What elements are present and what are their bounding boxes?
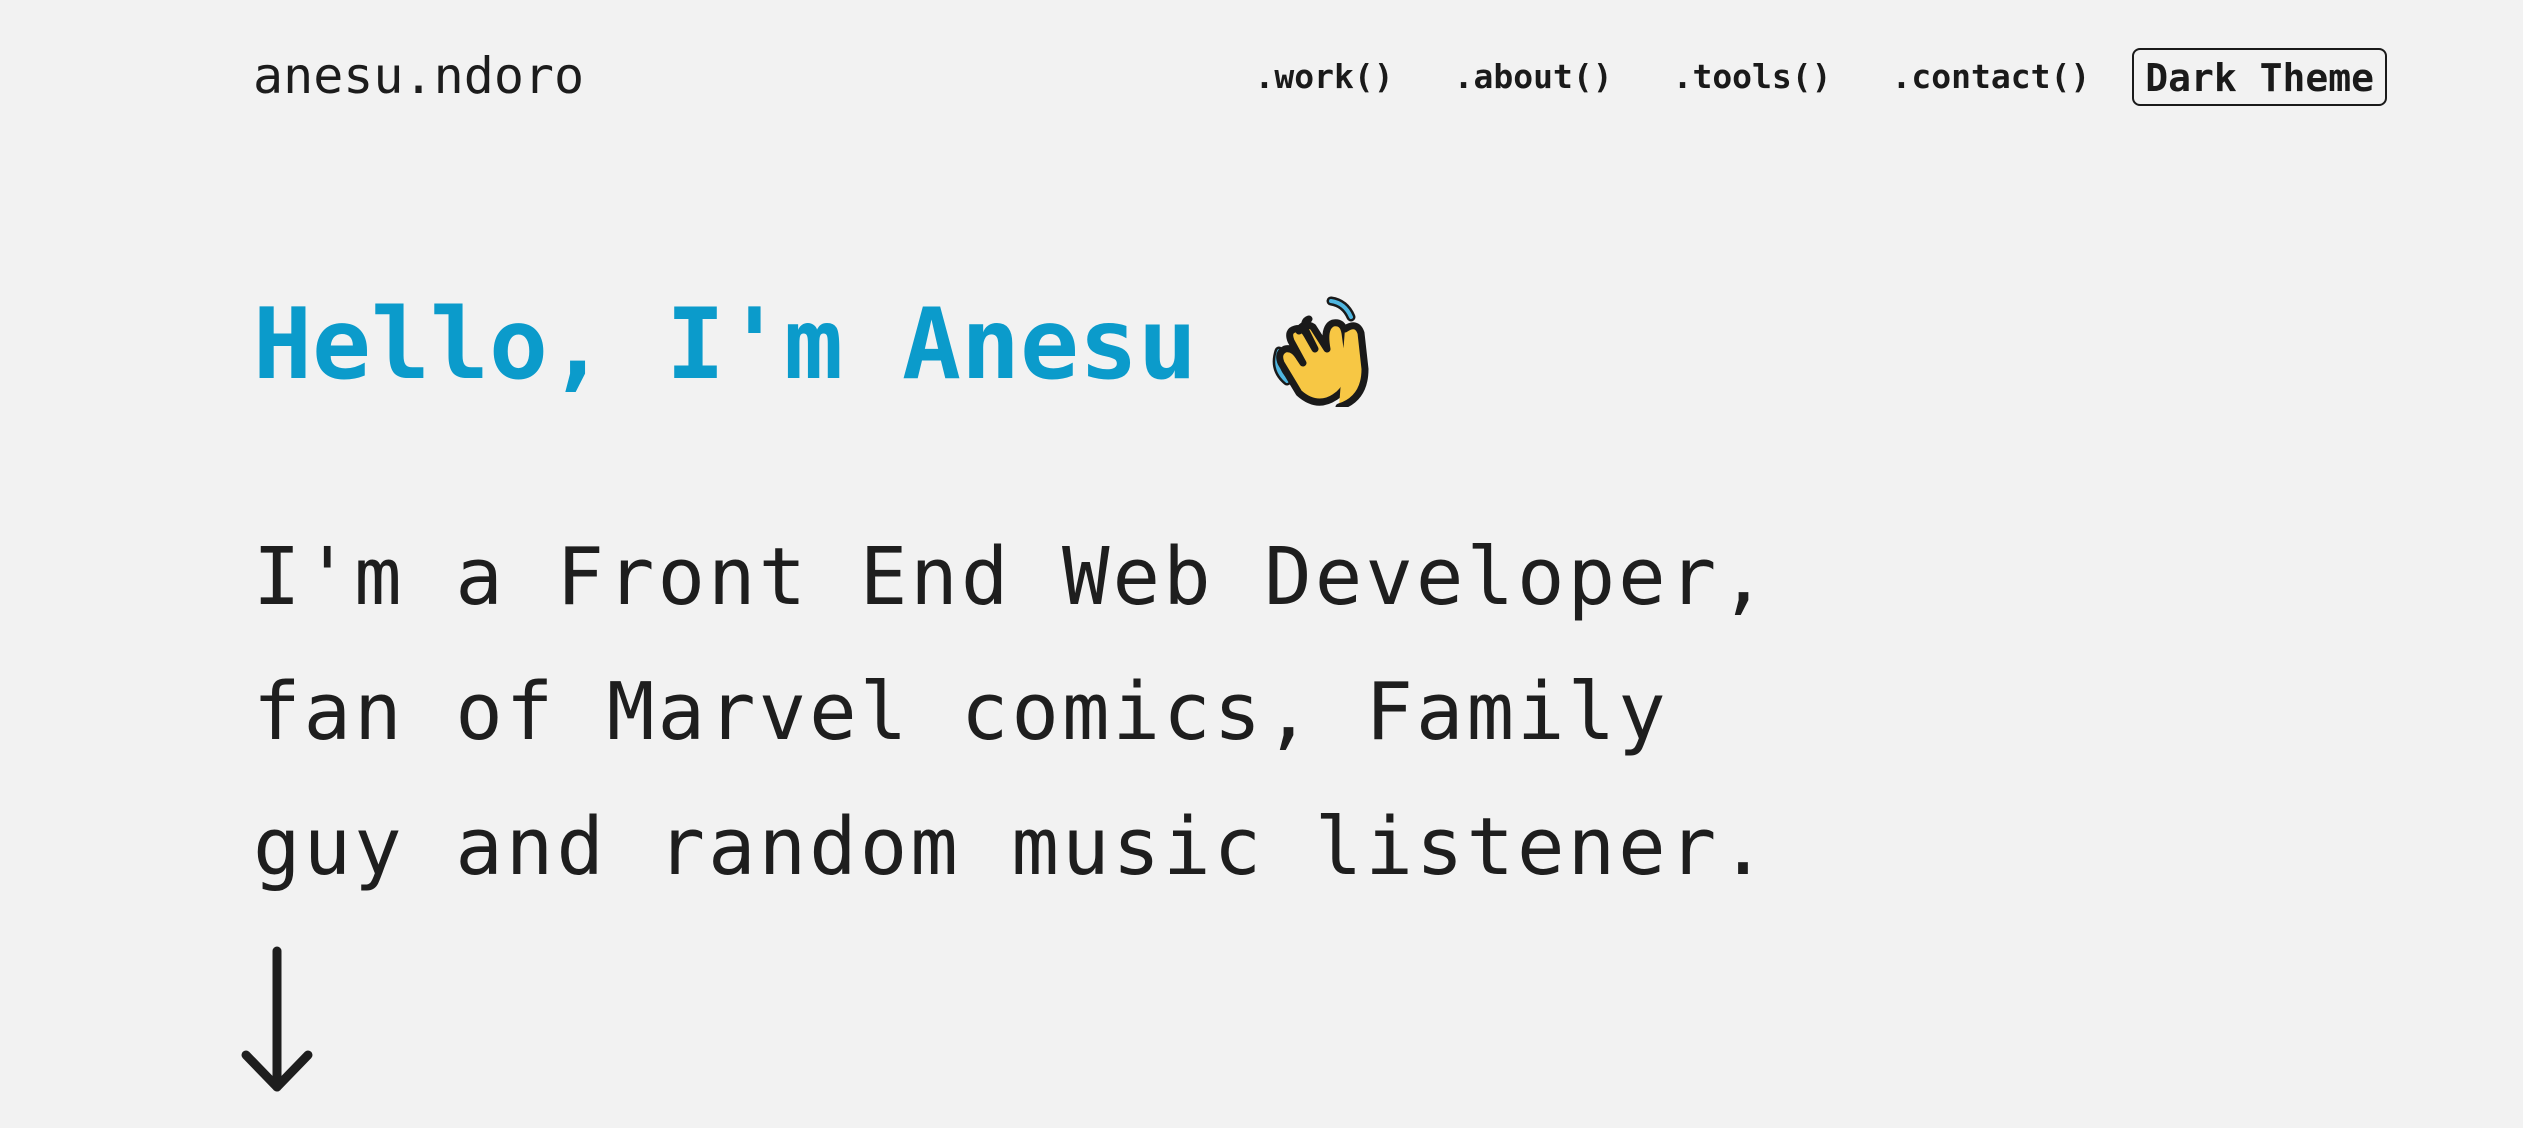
main-nav: .work() .about() .tools() .contact() Dar… xyxy=(1255,45,2387,109)
intro-text: I'm a Front End Web Developer, fan of Ma… xyxy=(253,510,1953,915)
hero-title-text: Hello, I'm Anesu xyxy=(253,288,1198,402)
nav-contact-link[interactable]: .contact() xyxy=(1892,45,2091,109)
site-logo[interactable]: anesu.ndoro xyxy=(253,46,584,106)
nav-work-link[interactable]: .work() xyxy=(1255,45,1394,109)
hero-heading: Hello, I'm Anesu xyxy=(253,285,1377,411)
intro-line: fan of Marvel comics, Family xyxy=(253,666,1669,758)
arrow-down-icon[interactable] xyxy=(240,945,314,1095)
nav-about-link[interactable]: .about() xyxy=(1454,45,1613,109)
intro-line: I'm a Front End Web Developer, xyxy=(253,531,1770,623)
dark-theme-button[interactable]: Dark Theme xyxy=(2132,48,2387,106)
nav-tools-link[interactable]: .tools() xyxy=(1673,45,1832,109)
intro-line: guy and random music listener. xyxy=(253,801,1770,893)
waving-hand-icon xyxy=(1269,291,1377,411)
